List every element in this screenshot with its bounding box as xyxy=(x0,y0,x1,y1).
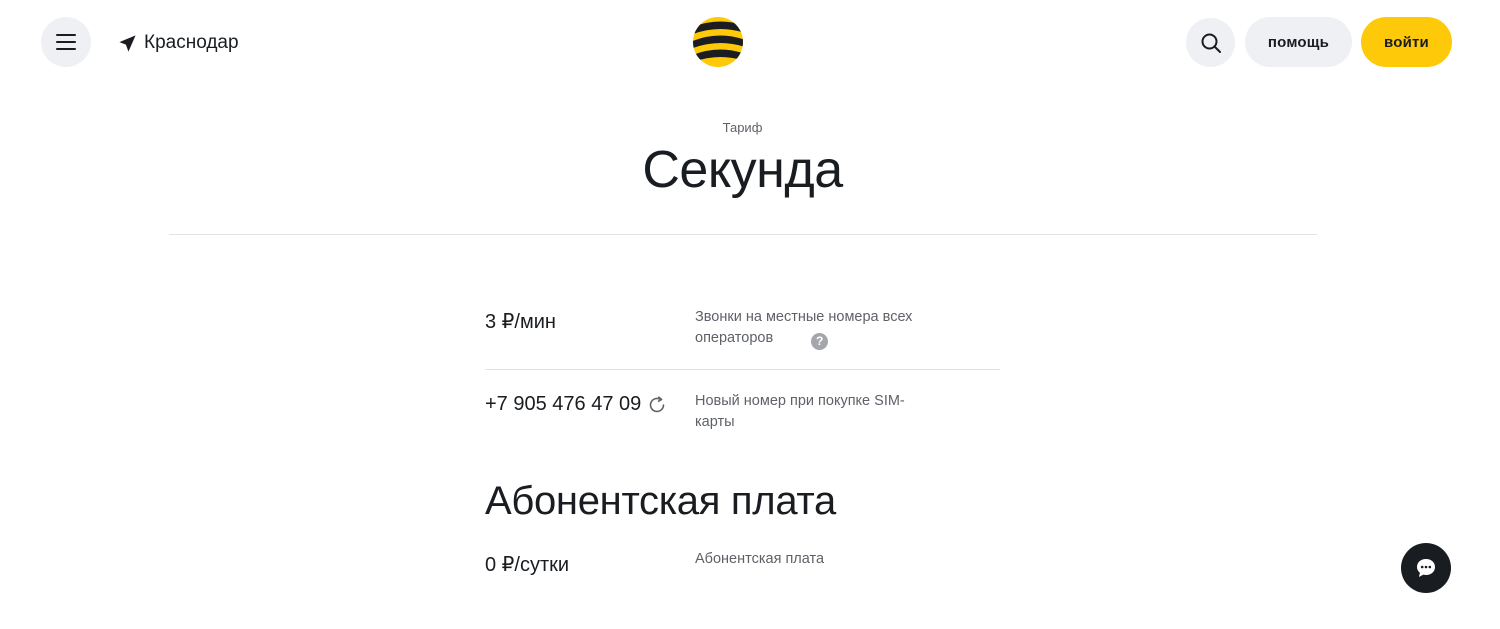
top-header: Краснодар помощь войти xyxy=(0,0,1500,86)
search-button[interactable] xyxy=(1186,18,1235,67)
subscription-fee-description: Абонентская плата xyxy=(695,551,825,567)
phone-number-description: Новый номер при покупке SIM-карты xyxy=(695,393,905,430)
city-label: Краснодар xyxy=(144,32,239,53)
call-price-description-text: Звонки на местные номера всех операторов xyxy=(695,309,913,346)
tariff-eyebrow: Тариф xyxy=(722,120,763,135)
login-button[interactable]: войти xyxy=(1361,17,1452,67)
phone-number-value: +7 905 476 47 09 xyxy=(485,393,667,416)
chat-bubble-icon xyxy=(1417,559,1435,577)
search-icon xyxy=(1201,33,1221,53)
beeline-logo[interactable] xyxy=(693,17,743,67)
chat-button[interactable] xyxy=(1401,543,1451,593)
refresh-icon[interactable] xyxy=(647,395,667,415)
call-price-text: 3 ₽/мин xyxy=(485,311,556,333)
question-help-icon[interactable]: ? xyxy=(811,333,829,350)
menu-button[interactable] xyxy=(41,17,91,67)
help-button[interactable]: помощь xyxy=(1245,17,1352,67)
hamburger-menu-icon xyxy=(56,34,76,50)
location-arrow-icon xyxy=(119,34,136,52)
row-divider xyxy=(485,369,1000,370)
divider xyxy=(169,234,1317,235)
subscription-fee-text: 0 ₽/сутки xyxy=(485,554,570,576)
city-selector[interactable]: Краснодар xyxy=(118,31,239,55)
subscription-fee-value: 0 ₽/сутки xyxy=(485,552,569,577)
subscription-section-title: Абонентская плата xyxy=(485,479,836,523)
call-price-description: Звонки на местные номера всех операторов… xyxy=(695,307,935,350)
page-title: Секунда xyxy=(642,141,843,199)
phone-number-text: +7 905 476 47 09 xyxy=(485,393,642,415)
call-price-value: 3 ₽/мин xyxy=(485,309,556,334)
